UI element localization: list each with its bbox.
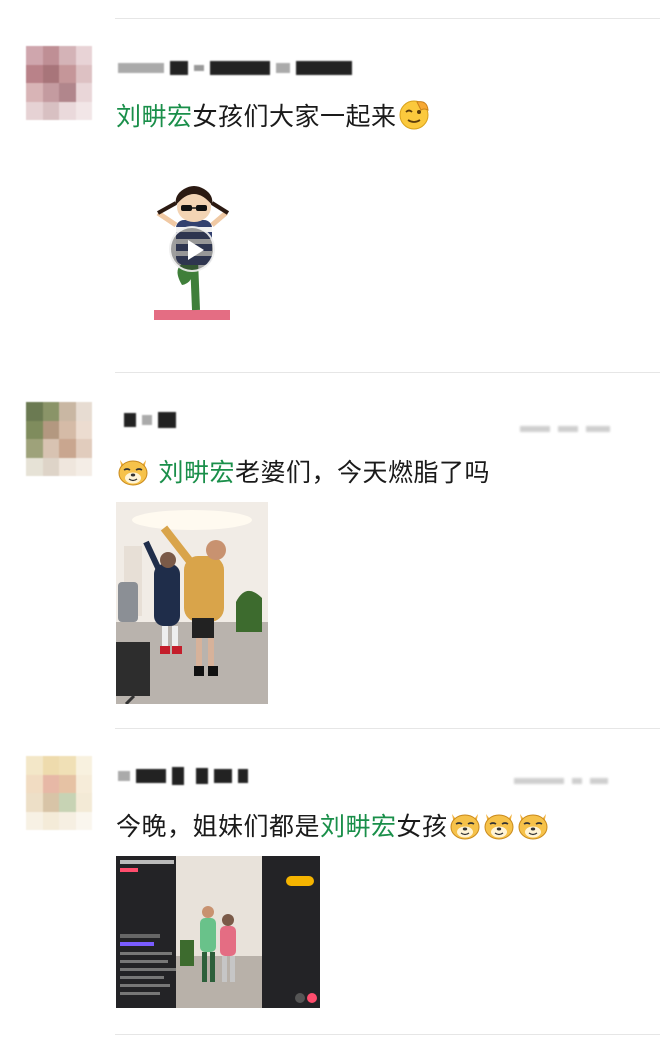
salute-face-emoji <box>397 98 431 132</box>
two-people-dancing-in-living-room <box>116 502 268 704</box>
highlighted-name[interactable]: 刘畊宏 <box>320 812 397 841</box>
divider <box>115 372 660 373</box>
doge-emoji <box>516 808 550 842</box>
highlighted-name[interactable]: 刘畊宏 <box>158 458 235 487</box>
post-text: 刘畊宏女孩们大家一起来 <box>116 98 431 133</box>
post-text: 今晚，姐妹们都是刘畊宏女孩 <box>116 808 550 843</box>
livestream-screenshot-thumbnail[interactable] <box>116 856 320 1008</box>
post-text: 刘畊宏老婆们，今天燃脂了吗 <box>116 454 490 489</box>
timestamp-redacted <box>520 426 610 432</box>
photo-thumbnail[interactable] <box>116 502 268 704</box>
avatar[interactable] <box>26 402 92 476</box>
divider <box>115 728 660 729</box>
username-redacted[interactable] <box>118 58 352 78</box>
avatar[interactable] <box>26 46 92 120</box>
timestamp-redacted <box>514 778 608 784</box>
doge-emoji <box>482 808 516 842</box>
doge-emoji <box>448 808 482 842</box>
livestream-workout-screen <box>116 856 320 1008</box>
divider <box>115 18 660 19</box>
video-thumbnail[interactable] <box>116 165 268 350</box>
play-icon[interactable] <box>169 226 215 272</box>
doge-emoji <box>116 454 150 488</box>
username-redacted[interactable] <box>124 410 176 430</box>
highlighted-name[interactable]: 刘畊宏 <box>116 102 193 131</box>
username-redacted[interactable] <box>118 766 248 786</box>
divider <box>115 1034 660 1035</box>
avatar[interactable] <box>26 756 92 830</box>
